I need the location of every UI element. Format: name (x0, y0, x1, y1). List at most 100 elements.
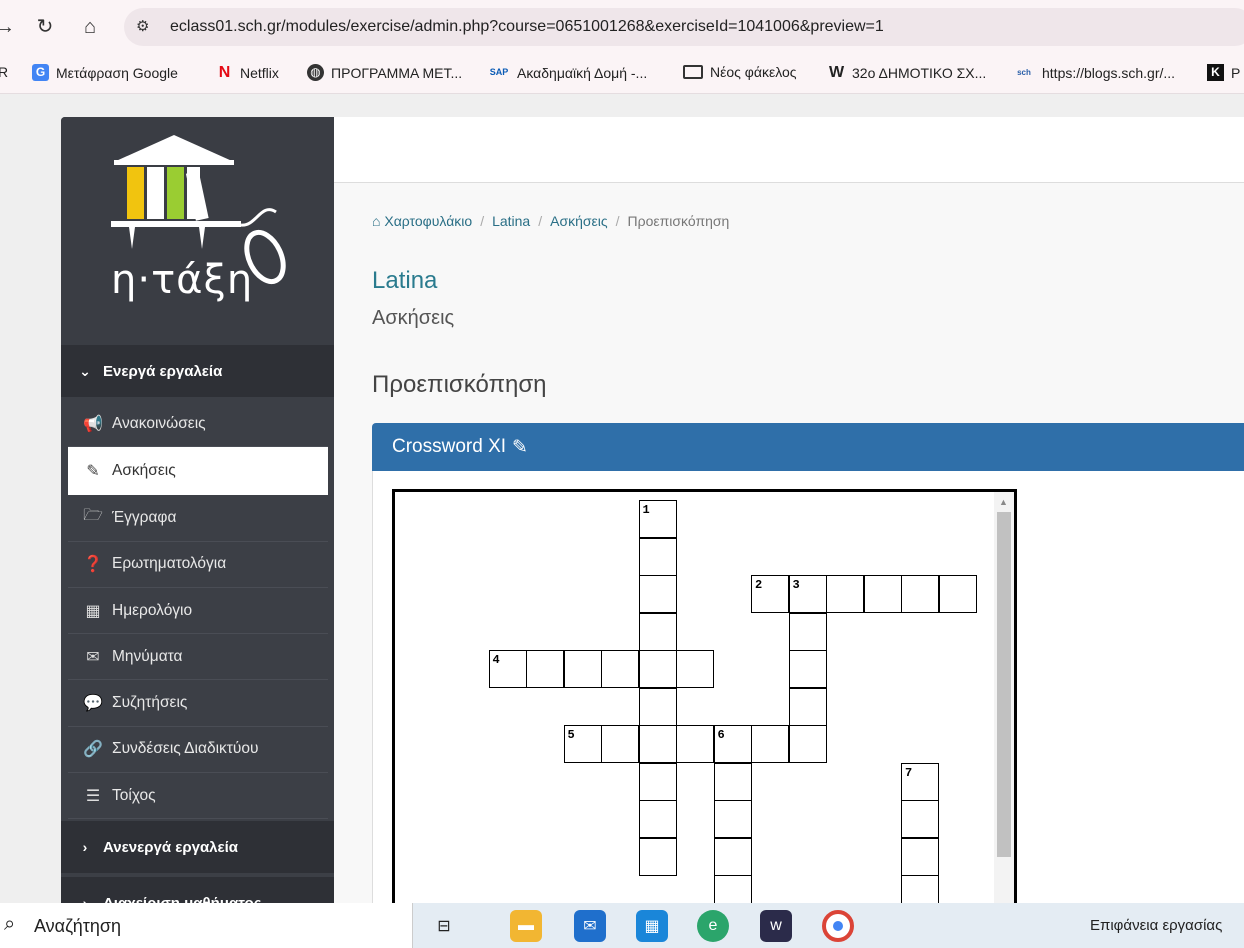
taskbar-search[interactable]: ⌕ Αναζήτηση (0, 903, 413, 948)
bookmark-item[interactable]: Νέος φάκελος (683, 64, 797, 80)
active-tools-section[interactable]: ⌄ Ενεργά εργαλεία (61, 345, 334, 397)
breadcrumb-portfolio[interactable]: Χαρτοφυλάκιο (384, 213, 472, 229)
scrollbar[interactable]: ▲ (994, 492, 1014, 909)
sidebar-item-messages[interactable]: ✉ Μηνύματα (68, 634, 328, 681)
crossword-cell[interactable]: 3 (788, 575, 827, 613)
reload-icon[interactable]: ↻ (32, 14, 58, 40)
chrome-icon[interactable] (822, 910, 854, 942)
exercise-title: Crossword XI (392, 436, 507, 457)
crossword-cell[interactable] (601, 650, 639, 688)
crossword-cell[interactable] (638, 650, 677, 688)
home-icon[interactable]: ⌂ (372, 213, 384, 229)
sidebar: η·τάξη ⌄ Ενεργά εργαλεία 📢 Ανακοινώσεις … (61, 117, 334, 907)
globe-icon: ◍ (307, 64, 324, 81)
store-icon[interactable]: ▦ (636, 910, 668, 942)
sidebar-item-exercises[interactable]: ✎ Ασκήσεις (68, 447, 328, 496)
bookmark-item[interactable]: SAP Ακαδημαϊκή Δομή -... (488, 64, 648, 81)
crossword-cell[interactable] (751, 725, 789, 763)
sidebar-item-questionnaires[interactable]: ❓ Ερωτηματολόγια (68, 542, 328, 588)
url-text: eclass01.sch.gr/modules/exercise/admin.p… (170, 18, 884, 35)
crossword-cell[interactable] (638, 687, 677, 726)
crossword-cell[interactable] (788, 725, 827, 763)
crossword-cell[interactable] (863, 575, 902, 613)
crossword-cell[interactable] (638, 762, 677, 801)
crossword-cell[interactable] (601, 725, 639, 763)
bookmark-item[interactable]: N Netflix (216, 64, 279, 81)
crossword-frame: 1 2 3 4 5 6 7 ▲ (392, 489, 1017, 909)
logo[interactable]: η·τάξη (61, 117, 334, 345)
bookmark-item[interactable]: KP (1207, 64, 1240, 81)
crossword-cell[interactable]: 7 (901, 762, 939, 801)
crossword-cell[interactable] (638, 725, 677, 763)
folder-icon (683, 65, 703, 79)
bookmark-item[interactable]: G Μετάφραση Google (32, 64, 178, 81)
crossword-cell[interactable] (638, 537, 677, 576)
crossword-cell[interactable] (938, 575, 977, 613)
scroll-up-icon[interactable]: ▲ (999, 497, 1008, 507)
forward-icon[interactable]: → (0, 14, 18, 40)
course-title[interactable]: Latina (372, 267, 437, 295)
bookmark-item[interactable]: ◍ ΠΡΟΓΡΑΜΜΑ ΜΕΤ... (307, 64, 462, 81)
main-content: ⌂ Χαρτοφυλάκιο / Latina / Ασκήσεις / Προεπισκό… (334, 183, 1244, 911)
crossword-cell[interactable] (713, 837, 752, 876)
megaphone-icon: 📢 (83, 415, 103, 433)
crossword-cell[interactable] (638, 837, 677, 876)
bookmark-item[interactable]: W 32ο ΔΗΜΟΤΙΚΟ ΣΧ... (828, 64, 986, 81)
sidebar-item-links[interactable]: 🔗 Συνδέσεις Διαδικτύου (68, 727, 328, 774)
crossword-cell[interactable] (788, 650, 827, 688)
crossword-cell[interactable] (713, 800, 752, 838)
crossword-cell[interactable] (901, 575, 939, 613)
edge-icon[interactable]: e (697, 910, 729, 942)
mail-icon[interactable]: ✉ (574, 910, 606, 942)
crossword-cell[interactable] (713, 762, 752, 801)
sch-icon: sch (1017, 68, 1031, 77)
edit-icon[interactable]: ✎ (512, 436, 528, 459)
show-desktop-label[interactable]: Επιφάνεια εργασίας (1090, 917, 1222, 934)
edit-icon: ✎ (86, 463, 100, 481)
task-view-icon[interactable]: ⊟ (428, 910, 460, 942)
clue-number: 6 (717, 728, 725, 742)
crossword-cell[interactable] (788, 612, 827, 651)
sidebar-item-calendar[interactable]: ▦ Ημερολόγιο (68, 588, 328, 635)
crossword-cell[interactable] (638, 575, 677, 613)
clue-number: 3 (792, 578, 800, 592)
crossword-cell[interactable]: 2 (751, 575, 789, 613)
crossword-cell[interactable]: 5 (563, 725, 602, 763)
webex-icon[interactable]: w (760, 910, 792, 942)
comments-icon: 💬 (83, 695, 103, 713)
clue-number: 5 (567, 728, 575, 742)
crossword-cell[interactable] (526, 650, 564, 688)
crossword-cell[interactable] (788, 687, 827, 726)
home-icon[interactable]: ⌂ (77, 14, 103, 40)
crossword-cell[interactable] (901, 837, 939, 876)
bookmark-item[interactable]: sch https://blogs.sch.gr/... (1013, 64, 1175, 81)
crossword-cell[interactable]: 1 (638, 500, 677, 538)
search-icon: ⌕ (4, 913, 16, 935)
sidebar-item-wall[interactable]: ☰ Τοίχος (68, 773, 328, 820)
chevron-down-icon: ⌄ (79, 362, 91, 379)
crossword-cell[interactable] (826, 575, 864, 613)
crossword-cell[interactable] (901, 800, 939, 838)
inactive-tools-section[interactable]: › Ανενεργά εργαλεία (61, 821, 334, 873)
crossword-cell[interactable] (563, 650, 602, 688)
breadcrumb-course[interactable]: Latina (492, 213, 530, 229)
w-icon: W (828, 64, 845, 81)
crossword-cell[interactable] (676, 650, 714, 688)
bookmark-item[interactable]: R (0, 64, 8, 80)
scroll-thumb[interactable] (997, 512, 1011, 857)
sidebar-item-documents[interactable]: 🗁 Έγγραφα (68, 495, 328, 542)
crossword-cell[interactable] (676, 725, 714, 763)
file-explorer-icon[interactable]: ▬ (510, 910, 542, 942)
address-bar[interactable]: ⚙ eclass01.sch.gr/modules/exercise/admin… (124, 8, 1244, 46)
sidebar-item-discussions[interactable]: 💬 Συζητήσεις (68, 680, 328, 727)
question-icon: ❓ (83, 556, 103, 574)
crossword-cell[interactable]: 4 (488, 650, 527, 688)
sidebar-item-announcements[interactable]: 📢 Ανακοινώσεις (68, 401, 328, 448)
crossword-cell[interactable] (638, 612, 677, 651)
k-icon: K (1207, 64, 1224, 81)
crossword-cell[interactable]: 6 (713, 725, 752, 763)
breadcrumb-exercises[interactable]: Ασκήσεις (550, 213, 608, 229)
list-icon: ☰ (85, 787, 101, 805)
site-settings-icon[interactable]: ⚙ (136, 17, 149, 35)
crossword-cell[interactable] (638, 800, 677, 838)
